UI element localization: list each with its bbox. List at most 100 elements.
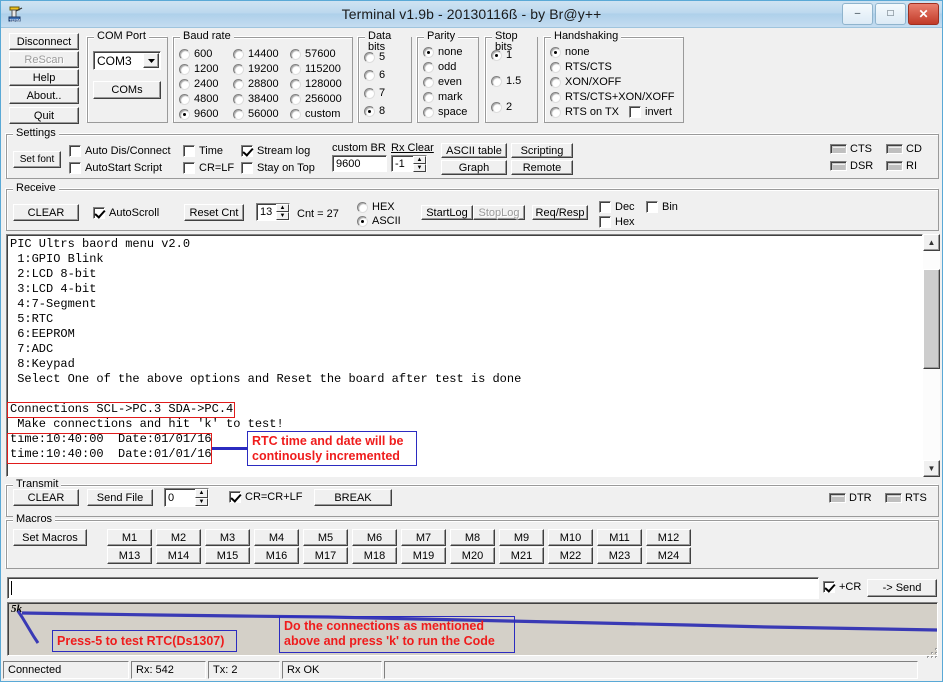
baud-38400[interactable]: 38400 (233, 93, 279, 105)
com-port-select[interactable]: COM3 (93, 51, 161, 70)
hex-radio[interactable]: HEX (357, 201, 395, 213)
spinner-down-icon[interactable]: ▼ (276, 212, 289, 220)
spinner-down-icon[interactable]: ▼ (413, 164, 426, 172)
hs-none[interactable]: none (550, 46, 589, 58)
macro-button-m15[interactable]: M15 (205, 547, 250, 564)
hex-checkbox[interactable]: Hex (599, 216, 635, 228)
stopbits-1[interactable]: 1 (491, 49, 512, 61)
time-checkbox[interactable]: Time (183, 145, 223, 157)
macro-button-m19[interactable]: M19 (401, 547, 446, 564)
resize-grip[interactable] (925, 646, 939, 660)
macro-button-m3[interactable]: M3 (205, 529, 250, 546)
macro-button-m11[interactable]: M11 (597, 529, 642, 546)
spinner-arrows[interactable]: ▲ ▼ (195, 489, 208, 506)
parity-space[interactable]: space (423, 106, 467, 118)
databits-6[interactable]: 6 (364, 69, 385, 81)
ascii-radio[interactable]: ASCII (357, 215, 401, 227)
terminal-scrollbar[interactable]: ▲ ▼ (923, 234, 940, 477)
spinner-arrows[interactable]: ▲ ▼ (276, 204, 289, 220)
macro-button-m13[interactable]: M13 (107, 547, 152, 564)
startlog-button[interactable]: StartLog (421, 205, 473, 220)
baud-128000[interactable]: 128000 (290, 78, 342, 90)
stopbits-2[interactable]: 2 (491, 101, 512, 113)
baud-1200[interactable]: 1200 (179, 63, 218, 75)
spinner-down-icon[interactable]: ▼ (195, 497, 208, 506)
baud-115200[interactable]: 115200 (290, 63, 341, 75)
scroll-down-icon[interactable]: ▼ (923, 460, 940, 477)
macro-button-m16[interactable]: M16 (254, 547, 299, 564)
stoplog-button[interactable]: StopLog (473, 205, 525, 220)
chevron-down-icon[interactable] (143, 53, 159, 68)
transmit-clear-button[interactable]: CLEAR (13, 489, 79, 506)
graph-panel[interactable]: 5k Press-5 to test RTC(Ds1307) Do the co… (7, 602, 938, 656)
macro-button-m6[interactable]: M6 (352, 529, 397, 546)
spinner-up-icon[interactable]: ▲ (413, 156, 426, 164)
send-button[interactable]: -> Send (867, 579, 937, 597)
databits-8[interactable]: 8 (364, 105, 385, 117)
coms-button[interactable]: COMs (93, 81, 161, 99)
macro-button-m1[interactable]: M1 (107, 529, 152, 546)
receive-spinner[interactable]: 13 ▲ ▼ (256, 203, 290, 221)
macro-button-m23[interactable]: M23 (597, 547, 642, 564)
maximize-button[interactable]: □ (875, 3, 906, 25)
parity-odd[interactable]: odd (423, 61, 456, 73)
transmit-spinner[interactable]: 0 ▲ ▼ (164, 488, 209, 507)
macro-button-m7[interactable]: M7 (401, 529, 446, 546)
hs-xon-xoff[interactable]: XON/XOFF (550, 76, 621, 88)
baud-600[interactable]: 600 (179, 48, 212, 60)
baud-2400[interactable]: 2400 (179, 78, 218, 90)
macro-button-m22[interactable]: M22 (548, 547, 593, 564)
dec-checkbox[interactable]: Dec (599, 201, 635, 213)
autoscroll-checkbox[interactable]: AutoScroll (93, 207, 159, 219)
minimize-button[interactable]: – (842, 3, 873, 25)
baud-256000[interactable]: 256000 (290, 93, 342, 105)
parity-even[interactable]: even (423, 76, 462, 88)
macro-button-m4[interactable]: M4 (254, 529, 299, 546)
autostart-script-checkbox[interactable]: AutoStart Script (69, 162, 162, 174)
spinner-up-icon[interactable]: ▲ (276, 204, 289, 212)
macro-button-m14[interactable]: M14 (156, 547, 201, 564)
break-button[interactable]: BREAK (314, 489, 392, 506)
close-button[interactable]: ✕ (908, 3, 939, 25)
spinner-up-icon[interactable]: ▲ (195, 489, 208, 498)
hs-rts-cts[interactable]: RTS/CTS (550, 61, 612, 73)
req-resp-button[interactable]: Req/Resp (532, 205, 588, 220)
remote-button[interactable]: Remote (511, 160, 573, 175)
macro-button-m12[interactable]: M12 (646, 529, 691, 546)
help-button[interactable]: Help (9, 69, 79, 86)
stay-on-top-checkbox[interactable]: Stay on Top (241, 162, 315, 174)
baud-28800[interactable]: 28800 (233, 78, 279, 90)
baud-custom[interactable]: custom (290, 108, 340, 120)
scroll-up-icon[interactable]: ▲ (923, 234, 940, 251)
baud-56000[interactable]: 56000 (233, 108, 279, 120)
databits-5[interactable]: 5 (364, 51, 385, 63)
reset-cnt-button[interactable]: Reset Cnt (184, 204, 244, 221)
macro-button-m17[interactable]: M17 (303, 547, 348, 564)
hs-invert-checkbox[interactable]: invert (629, 106, 672, 118)
plus-cr-checkbox[interactable]: +CR (823, 581, 861, 593)
macro-button-m2[interactable]: M2 (156, 529, 201, 546)
parity-none[interactable]: none (423, 46, 462, 58)
hs-rts-cts-xon-xoff[interactable]: RTS/CTS+XON/XOFF (550, 91, 675, 103)
set-font-button[interactable]: Set font (13, 151, 61, 168)
macro-button-m10[interactable]: M10 (548, 529, 593, 546)
send-file-button[interactable]: Send File (87, 489, 153, 506)
baud-14400[interactable]: 14400 (233, 48, 279, 60)
rx-clear-spinner[interactable]: -1 ▲ ▼ (391, 155, 427, 172)
stopbits-1-5[interactable]: 1.5 (491, 75, 521, 87)
baud-9600[interactable]: 9600 (179, 108, 218, 120)
auto-dis-connect-checkbox[interactable]: Auto Dis/Connect (69, 145, 171, 157)
macro-button-m5[interactable]: M5 (303, 529, 348, 546)
parity-mark[interactable]: mark (423, 91, 462, 103)
macro-button-m20[interactable]: M20 (450, 547, 495, 564)
stream-log-checkbox[interactable]: Stream log (241, 145, 310, 157)
macro-button-m8[interactable]: M8 (450, 529, 495, 546)
send-input[interactable] (7, 577, 819, 599)
baud-4800[interactable]: 4800 (179, 93, 218, 105)
rescan-button[interactable]: ReScan (9, 51, 79, 68)
bin-checkbox[interactable]: Bin (646, 201, 678, 213)
graph-button[interactable]: Graph (441, 160, 507, 175)
quit-button[interactable]: Quit (9, 107, 79, 124)
databits-7[interactable]: 7 (364, 87, 385, 99)
ascii-table-button[interactable]: ASCII table (441, 143, 507, 158)
